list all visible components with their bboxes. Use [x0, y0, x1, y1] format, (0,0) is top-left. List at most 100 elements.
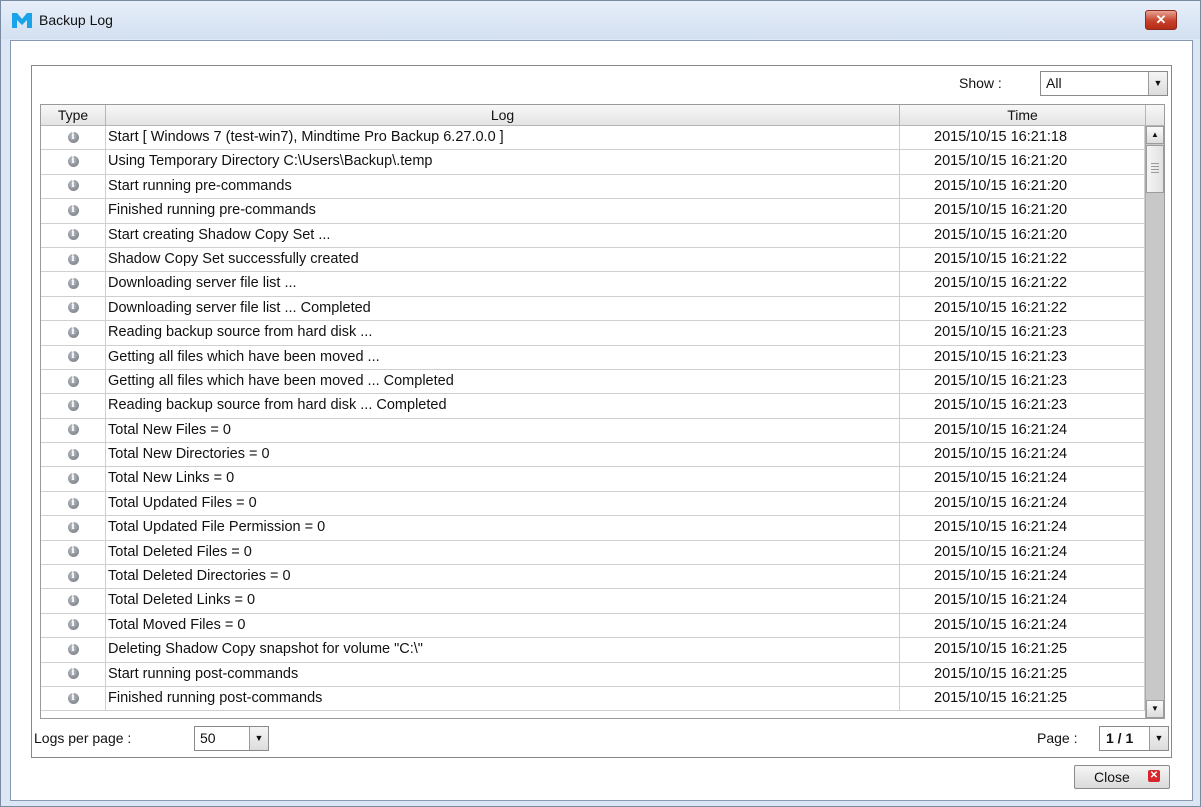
table-row[interactable]: i Reading backup source from hard disk ..… [41, 321, 1145, 346]
table-row[interactable]: i Total Updated Files = 0 2015/10/15 16:21… [41, 491, 1145, 517]
time-cell: 2015/10/15 16:21:23 [900, 345, 1145, 370]
info-icon: i [67, 521, 79, 533]
table-row[interactable]: i Using Temporary Directory C:\Users\Back… [41, 150, 1145, 175]
type-cell: i [41, 467, 106, 492]
info-icon: i [67, 668, 79, 680]
time-cell: 2015/10/15 16:21:25 [900, 686, 1145, 711]
time-cell: 2015/10/15 16:21:18 [900, 126, 1145, 150]
log-cell: Start running pre-commands [106, 174, 900, 199]
table-row[interactable]: i Downloading server file list ... 2015/10… [41, 272, 1145, 297]
info-icon: i [67, 204, 79, 216]
log-cell: Reading backup source from hard disk ...… [106, 394, 900, 419]
chevron-down-icon[interactable]: ▼ [249, 727, 268, 750]
table-row[interactable]: i Total New Directories = 0 2015/10/15 16:… [41, 443, 1145, 468]
table-row[interactable]: i Deleting Shadow Copy snapshot for volum… [41, 638, 1145, 663]
time-cell: 2015/10/15 16:21:20 [900, 223, 1145, 248]
info-icon: i [67, 497, 79, 509]
info-icon: i [67, 253, 79, 265]
time-cell: 2015/10/15 16:21:24 [900, 418, 1145, 443]
type-cell: i [41, 638, 106, 663]
table-row[interactable]: i Finished running pre-commands 2015/10/15… [41, 199, 1145, 224]
logs-per-page-select[interactable]: 50 ▼ [194, 726, 269, 751]
table-row[interactable]: i Getting all files which have been moved… [41, 369, 1145, 395]
table-row[interactable]: i Total New Files = 0 2015/10/15 16:21:24 [41, 418, 1145, 444]
column-header-type[interactable]: Type [41, 105, 106, 125]
table-row[interactable]: i Start running post-commands 2015/10/15 1… [41, 662, 1145, 687]
title-bar[interactable]: Backup Log ✕ [1, 1, 1200, 39]
window-close-button[interactable]: ✕ [1145, 10, 1177, 30]
column-header-time[interactable]: Time [900, 105, 1146, 125]
type-cell: i [41, 540, 106, 565]
time-cell: 2015/10/15 16:21:25 [900, 638, 1145, 663]
info-icon: i [67, 473, 79, 485]
log-cell: Start [ Windows 7 (test-win7), Mindtime … [106, 126, 900, 150]
dialog-body: Show : All ▼ Type Log Time i Start [ Wind… [10, 40, 1193, 801]
table-row[interactable]: i Start [ Windows 7 (test-win7), Mindtime… [41, 126, 1145, 151]
type-cell: i [41, 247, 106, 272]
info-icon: i [67, 619, 79, 631]
time-cell: 2015/10/15 16:21:25 [900, 662, 1145, 687]
scroll-up-button[interactable]: ▲ [1146, 126, 1164, 144]
time-cell: 2015/10/15 16:21:24 [900, 491, 1145, 516]
time-cell: 2015/10/15 16:21:22 [900, 247, 1145, 272]
table-row[interactable]: i Finished running post-commands 2015/10/1… [41, 686, 1145, 712]
close-icon: ✕ [1155, 12, 1167, 27]
close-button[interactable]: Close ✕ [1074, 765, 1170, 789]
logs-per-page-label: Logs per page : [34, 730, 132, 746]
time-cell: 2015/10/15 16:21:20 [900, 199, 1145, 224]
type-cell: i [41, 174, 106, 199]
log-cell: Total New Files = 0 [106, 418, 900, 443]
table-row[interactable]: i Total Deleted Directories = 0 2015/10/15… [41, 565, 1145, 590]
logs-per-page-value: 50 [200, 730, 216, 746]
log-cell: Downloading server file list ... Complet… [106, 296, 900, 321]
type-cell: i [41, 394, 106, 419]
table-row[interactable]: i Getting all files which have been moved… [41, 345, 1145, 370]
window-title: Backup Log [39, 12, 113, 28]
show-filter-label: Show : [959, 75, 1002, 91]
type-cell: i [41, 613, 106, 638]
column-header-log[interactable]: Log [106, 105, 900, 125]
page-select[interactable]: 1 / 1 ▼ [1099, 726, 1169, 751]
type-cell: i [41, 126, 106, 150]
info-icon: i [67, 326, 79, 338]
type-cell: i [41, 199, 106, 224]
table-row[interactable]: i Downloading server file list ... Comple… [41, 296, 1145, 322]
time-cell: 2015/10/15 16:21:24 [900, 443, 1145, 468]
log-cell: Getting all files which have been moved … [106, 345, 900, 370]
table-row[interactable]: i Reading backup source from hard disk ..… [41, 394, 1145, 419]
time-cell: 2015/10/15 16:21:23 [900, 369, 1145, 394]
time-cell: 2015/10/15 16:21:22 [900, 272, 1145, 297]
table-row[interactable]: i Total Moved Files = 0 2015/10/15 16:21:2… [41, 613, 1145, 639]
table-body: i Start [ Windows 7 (test-win7), Mindtime… [41, 126, 1145, 718]
table-row[interactable]: i Total Deleted Files = 0 2015/10/15 16:21… [41, 540, 1145, 566]
type-cell: i [41, 686, 106, 711]
info-icon: i [67, 229, 79, 241]
show-filter-value: All [1046, 75, 1062, 91]
type-cell: i [41, 491, 106, 516]
log-panel: Show : All ▼ Type Log Time i Start [ Wind… [31, 65, 1172, 758]
type-cell: i [41, 296, 106, 321]
app-logo-icon [12, 13, 32, 28]
log-cell: Total Moved Files = 0 [106, 613, 900, 638]
info-icon: i [67, 595, 79, 607]
chevron-down-icon[interactable]: ▼ [1149, 727, 1168, 750]
scrollbar-thumb[interactable] [1146, 145, 1164, 193]
log-cell: Start running post-commands [106, 662, 900, 687]
time-cell: 2015/10/15 16:21:23 [900, 394, 1145, 419]
scroll-down-button[interactable]: ▼ [1146, 700, 1164, 718]
log-cell: Finished running pre-commands [106, 199, 900, 224]
table-row[interactable]: i Total Updated File Permission = 0 2015/1… [41, 516, 1145, 541]
table-row[interactable]: i Start running pre-commands 2015/10/15 16… [41, 174, 1145, 200]
table-row[interactable]: i Shadow Copy Set successfully created 201… [41, 247, 1145, 273]
show-filter-select[interactable]: All ▼ [1040, 71, 1168, 96]
type-cell: i [41, 418, 106, 443]
table-row[interactable]: i Start creating Shadow Copy Set ... 2015/… [41, 223, 1145, 248]
chevron-down-icon[interactable]: ▼ [1148, 72, 1167, 95]
table-row[interactable]: i Total Deleted Links = 0 2015/10/15 16:21… [41, 589, 1145, 614]
log-cell: Total Deleted Directories = 0 [106, 565, 900, 590]
time-cell: 2015/10/15 16:21:24 [900, 613, 1145, 638]
table-row[interactable]: i Total New Links = 0 2015/10/15 16:21:24 [41, 467, 1145, 492]
info-icon: i [67, 643, 79, 655]
info-icon: i [67, 375, 79, 387]
vertical-scrollbar[interactable]: ▲ ▼ [1145, 126, 1164, 718]
